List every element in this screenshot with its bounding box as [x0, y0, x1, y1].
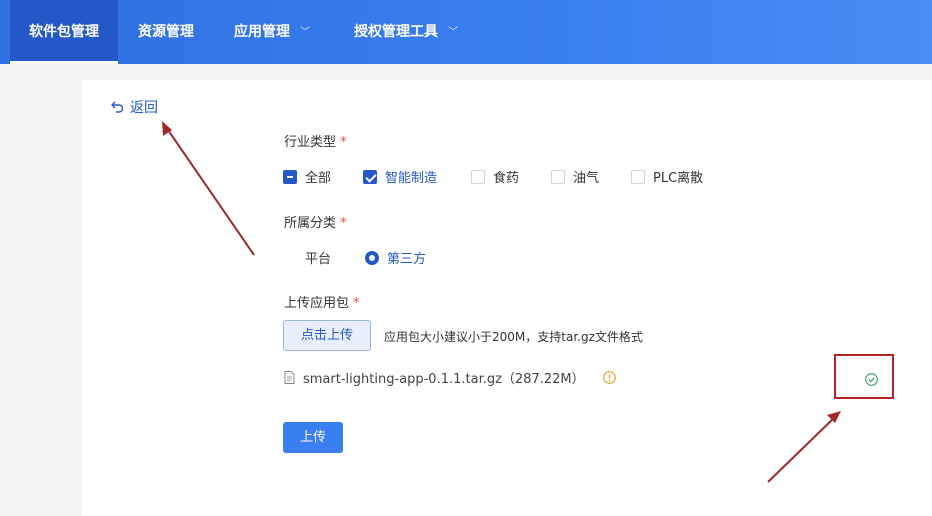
required-mark: * [340, 135, 347, 150]
annotation-highlight-box [834, 354, 894, 399]
warning-icon [603, 371, 616, 384]
nav-item-label: 应用管理 [234, 24, 290, 40]
checkbox-label: PLC离散 [653, 171, 704, 186]
chevron-down-icon: ﹀ [300, 27, 310, 38]
required-mark: * [353, 296, 360, 311]
file-name: smart-lighting-app-0.1.1.tar.gz（287.22M） [303, 372, 585, 387]
radio-label: 第三方 [387, 252, 427, 267]
nav-item-label: 软件包管理 [29, 24, 99, 40]
content-panel [82, 80, 932, 516]
field-label-text: 行业类型 [284, 135, 337, 150]
radio-platform[interactable]: 平台 [305, 248, 331, 267]
required-mark: * [340, 216, 347, 231]
checkbox-all[interactable]: 全部 [283, 167, 331, 186]
category-label: 所属分类 * [284, 212, 347, 231]
file-icon [284, 371, 295, 384]
nav-item-label: 授权管理工具 [354, 24, 438, 40]
checkbox-empty-icon [551, 169, 565, 184]
checkbox-label: 全部 [305, 171, 332, 186]
radio-third-party[interactable]: 第三方 [365, 248, 426, 267]
back-link[interactable]: 返回 [110, 97, 158, 117]
checkbox-label: 油气 [573, 171, 600, 186]
checkbox-indeterminate-icon [283, 169, 297, 184]
checkbox-checked-icon [363, 169, 377, 184]
radio-label: 平台 [305, 252, 332, 267]
nav-item-label: 资源管理 [138, 24, 194, 40]
field-label-text: 所属分类 [284, 216, 337, 231]
nav-item-resource-management[interactable]: 资源管理 [138, 0, 194, 64]
click-upload-button[interactable]: 点击上传 [283, 320, 371, 351]
checkbox-empty-icon [471, 169, 485, 184]
upload-package-label: 上传应用包 * [284, 292, 360, 311]
upload-hint: 应用包大小建议小于200M，支持tar.gz文件格式 [384, 330, 643, 344]
checkbox-smart-manufacturing[interactable]: 智能制造 [363, 167, 437, 186]
checkbox-food-pharma[interactable]: 食药 [471, 167, 519, 186]
nav-active-indicator [10, 61, 118, 64]
checkbox-label: 食药 [493, 171, 520, 186]
top-nav-bar: 软件包管理 资源管理 应用管理 ﹀ 授权管理工具 ﹀ [0, 0, 932, 64]
radio-selected-icon [365, 250, 379, 265]
field-label-text: 上传应用包 [284, 296, 350, 311]
checkbox-label: 智能制造 [385, 171, 438, 186]
chevron-down-icon: ﹀ [448, 27, 458, 38]
nav-item-package-management[interactable]: 软件包管理 [10, 0, 118, 64]
checkbox-empty-icon [631, 169, 645, 184]
checkbox-plc-discrete[interactable]: PLC离散 [631, 167, 703, 186]
nav-item-app-management[interactable]: 应用管理 ﹀ [234, 0, 310, 64]
industry-type-label: 行业类型 * [284, 131, 347, 150]
back-arrow-icon [111, 101, 124, 113]
uploaded-file-item[interactable]: smart-lighting-app-0.1.1.tar.gz（287.22M） [284, 368, 585, 387]
checkbox-oil-gas[interactable]: 油气 [551, 167, 599, 186]
submit-upload-button[interactable]: 上传 [283, 422, 343, 453]
nav-item-license-tools[interactable]: 授权管理工具 ﹀ [354, 0, 458, 64]
back-label: 返回 [130, 100, 158, 116]
